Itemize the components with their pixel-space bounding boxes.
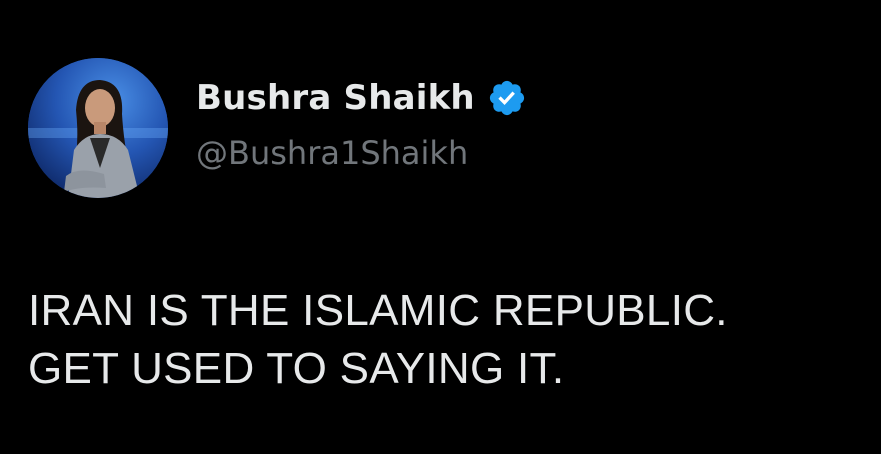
avatar-photo-icon (28, 58, 168, 198)
tweet-card: Bushra Shaikh @Bushra1Shaikh IRAN IS THE… (0, 0, 881, 454)
author-display-name[interactable]: Bushra Shaikh (196, 78, 475, 118)
tweet-text-line: GET USED TO SAYING IT. (28, 344, 565, 393)
tweet-body: IRAN IS THE ISLAMIC REPUBLIC. GET USED T… (28, 282, 868, 398)
tweet-text-line: IRAN IS THE ISLAMIC REPUBLIC. (28, 286, 728, 335)
author-handle[interactable]: @Bushra1Shaikh (196, 134, 468, 172)
verified-badge-icon (487, 78, 527, 118)
author-avatar[interactable] (28, 58, 168, 198)
author-name-row: Bushra Shaikh (196, 74, 527, 122)
